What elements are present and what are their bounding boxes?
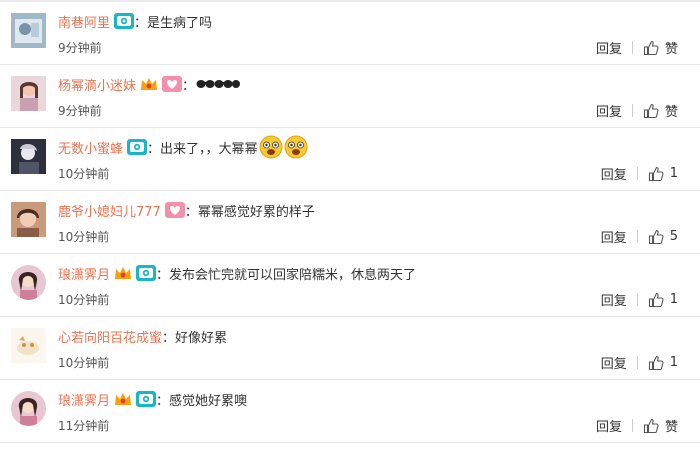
like-button[interactable]: 赞 (643, 38, 678, 57)
thumbs-up-icon (648, 229, 664, 244)
reply-button[interactable]: 回复 (601, 164, 627, 183)
username[interactable]: 心若向阳百花成蜜 (58, 327, 162, 346)
comment-item: 琅潇霁月 ：感觉她好累噢 11分钟前 回复 赞 (0, 380, 700, 443)
comment-item: 心若向阳百花成蜜 ：好像好累 10分钟前 回复 1 (0, 317, 700, 380)
comment-item: 鹿爷小媳妇儿777 ：幂幂感觉好累的样子 10分钟前 回复 5 (0, 191, 700, 254)
comment-item: 琅潇霁月 ：发布会忙完就可以回家陪糯米，休息两天了 10分钟前 回复 1 (0, 254, 700, 317)
username[interactable]: 琅潇霁月 (58, 264, 110, 283)
reply-button[interactable]: 回复 (596, 101, 622, 120)
username[interactable]: 南巷阿里 (58, 12, 110, 31)
avatar[interactable] (11, 328, 46, 363)
like-count: 赞 (664, 42, 678, 57)
thumbs-up-icon (643, 418, 659, 433)
like-count: 1 (669, 355, 678, 370)
timestamp: 9分钟前 (58, 104, 102, 118)
heart-badge-icon[interactable] (164, 202, 185, 218)
reply-button[interactable]: 回复 (601, 290, 627, 309)
thumbs-up-icon (648, 166, 664, 181)
camera-vip-icon[interactable] (114, 13, 135, 29)
fan-crown-icon[interactable] (114, 265, 132, 281)
heart-badge-icon[interactable] (162, 76, 183, 92)
comment-text: ：幂幂感觉好累的样子 (184, 204, 315, 220)
comment-text: ：发布会忙完就可以回家陪糯米，休息两天了 (156, 267, 417, 283)
reply-button[interactable]: 回复 (601, 353, 627, 372)
like-count: 1 (669, 166, 678, 181)
divider (636, 167, 638, 180)
timestamp: 10分钟前 (58, 167, 110, 181)
avatar[interactable] (11, 391, 46, 426)
like-button[interactable]: 赞 (643, 101, 678, 120)
username[interactable]: 无数小蜜蜂 (58, 138, 123, 157)
username[interactable]: 杨幂滴小迷妹 (58, 75, 136, 94)
reply-button[interactable]: 回复 (596, 416, 622, 435)
like-count: 1 (669, 292, 678, 307)
avatar[interactable] (11, 76, 46, 111)
reply-button[interactable]: 回复 (596, 38, 622, 57)
timestamp: 11分钟前 (58, 419, 110, 433)
comment-item: 无数小蜜蜂 ：出来了，，大幂幂 10分钟前 回复 1 (0, 128, 700, 191)
comment-list: 南巷阿里 ：是生病了吗 9分钟前 回复 赞 杨幂滴小迷妹 ： 9分钟前 回复 赞… (0, 0, 700, 450)
comment-text: ： (182, 78, 196, 94)
comment-item: 南巷阿里 ：是生病了吗 9分钟前 回复 赞 (0, 2, 700, 65)
surprised-face-emoji (259, 135, 283, 159)
like-count: 5 (669, 229, 678, 244)
sunglasses-emoji (196, 72, 244, 96)
fan-crown-icon[interactable] (140, 76, 158, 92)
comment-item: 杨幂滴小迷妹 ： 9分钟前 回复 赞 (0, 65, 700, 128)
avatar[interactable] (11, 202, 46, 237)
timestamp: 9分钟前 (58, 41, 102, 55)
username[interactable]: 琅潇霁月 (58, 390, 110, 409)
comment-text: ：是生病了吗 (134, 15, 213, 31)
divider (636, 293, 638, 306)
like-count: 赞 (664, 420, 678, 435)
like-button[interactable]: 5 (648, 229, 678, 245)
reply-button[interactable]: 回复 (601, 227, 627, 246)
surprised-face-emoji (284, 135, 308, 159)
comment-text: ：感觉她好累噢 (156, 393, 248, 409)
camera-vip-icon[interactable] (127, 139, 148, 155)
avatar[interactable] (11, 13, 46, 48)
like-button[interactable]: 1 (648, 166, 678, 182)
username[interactable]: 鹿爷小媳妇儿777 (58, 201, 161, 220)
timestamp: 10分钟前 (58, 293, 110, 307)
thumbs-up-icon (643, 103, 659, 118)
like-button[interactable]: 1 (648, 355, 678, 371)
thumbs-up-icon (643, 40, 659, 55)
comment-text: ：好像好累 (162, 330, 228, 346)
divider (631, 41, 633, 54)
comment-text: ：出来了，，大幂幂 (147, 141, 258, 157)
timestamp: 10分钟前 (58, 230, 110, 244)
camera-vip-icon[interactable] (136, 391, 157, 407)
thumbs-up-icon (648, 292, 664, 307)
avatar[interactable] (11, 265, 46, 300)
timestamp: 10分钟前 (58, 356, 110, 370)
like-button[interactable]: 赞 (643, 416, 678, 435)
fan-crown-icon[interactable] (114, 391, 132, 407)
thumbs-up-icon (648, 355, 664, 370)
camera-vip-icon[interactable] (136, 265, 157, 281)
like-count: 赞 (664, 105, 678, 120)
like-button[interactable]: 1 (648, 292, 678, 308)
avatar[interactable] (11, 139, 46, 174)
divider (636, 356, 638, 369)
divider (636, 230, 638, 243)
divider (631, 419, 633, 432)
divider (631, 104, 633, 117)
